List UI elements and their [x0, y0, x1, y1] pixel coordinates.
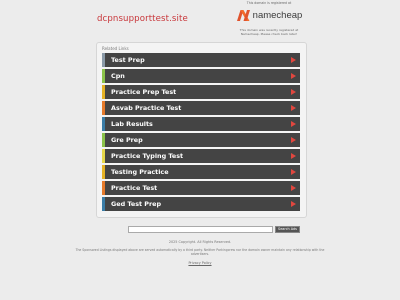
related-link-label: Lab Results — [111, 120, 153, 128]
copyright-text: 2025 Copyright. All Rights Reserved. — [168, 240, 232, 244]
related-link-label: Ged Test Prep — [111, 200, 162, 208]
related-link[interactable]: Practice Prep Test — [102, 85, 300, 99]
arrow-right-icon — [291, 105, 296, 111]
related-link-label: Practice Prep Test — [111, 88, 177, 96]
arrow-right-icon — [291, 153, 296, 159]
related-link-label: Practice Test — [111, 184, 158, 192]
arrow-right-icon — [291, 57, 296, 63]
disclaimer-text: The Sponsored Listings displayed above a… — [75, 248, 325, 257]
related-link[interactable]: Lab Results — [102, 117, 300, 131]
arrow-right-icon — [291, 121, 296, 127]
arrow-right-icon — [291, 201, 296, 207]
related-link[interactable]: Gre Prep — [102, 133, 300, 147]
related-link-label: Cpn — [111, 72, 125, 80]
registrar-logo-text: namecheap — [252, 9, 303, 21]
registrar-note: This domain was recently registered at N… — [239, 28, 299, 36]
related-link-label: Testing Practice — [111, 168, 169, 176]
arrow-right-icon — [291, 185, 296, 191]
search-input[interactable] — [128, 226, 273, 233]
privacy-policy-link[interactable]: Privacy Policy — [0, 261, 400, 265]
arrow-right-icon — [291, 73, 296, 79]
arrow-right-icon — [291, 137, 296, 143]
arrow-right-icon — [291, 89, 296, 95]
arrow-right-icon — [291, 169, 296, 175]
search-bar: Search Ads — [128, 226, 300, 233]
related-links-panel: Related Links Test Prep Cpn Practice Prep … — [96, 42, 307, 218]
related-link[interactable]: Testing Practice — [102, 165, 300, 179]
search-button[interactable]: Search Ads — [275, 226, 300, 233]
related-link[interactable]: Practice Typing Test — [102, 149, 300, 163]
registrar-top-text: This domain is registered at — [246, 1, 292, 5]
related-link-label: Gre Prep — [111, 136, 143, 144]
related-link-label: Practice Typing Test — [111, 152, 184, 160]
related-link[interactable]: Ged Test Prep — [102, 197, 300, 211]
namecheap-logo-icon — [236, 9, 250, 21]
registrar-box: This domain is registered at namecheap T… — [232, 1, 306, 37]
site-title[interactable]: dcpnsupporttest.site — [97, 14, 188, 24]
related-links-heading: Related Links — [102, 46, 129, 51]
related-link[interactable]: Practice Test — [102, 181, 300, 195]
related-link-label: Test Prep — [111, 56, 145, 64]
related-link-label: Asvab Practice Test — [111, 104, 182, 112]
namecheap-logo[interactable]: namecheap — [232, 8, 306, 22]
related-link[interactable]: Asvab Practice Test — [102, 101, 300, 115]
related-link[interactable]: Cpn — [102, 69, 300, 83]
related-link[interactable]: Test Prep — [102, 53, 300, 67]
